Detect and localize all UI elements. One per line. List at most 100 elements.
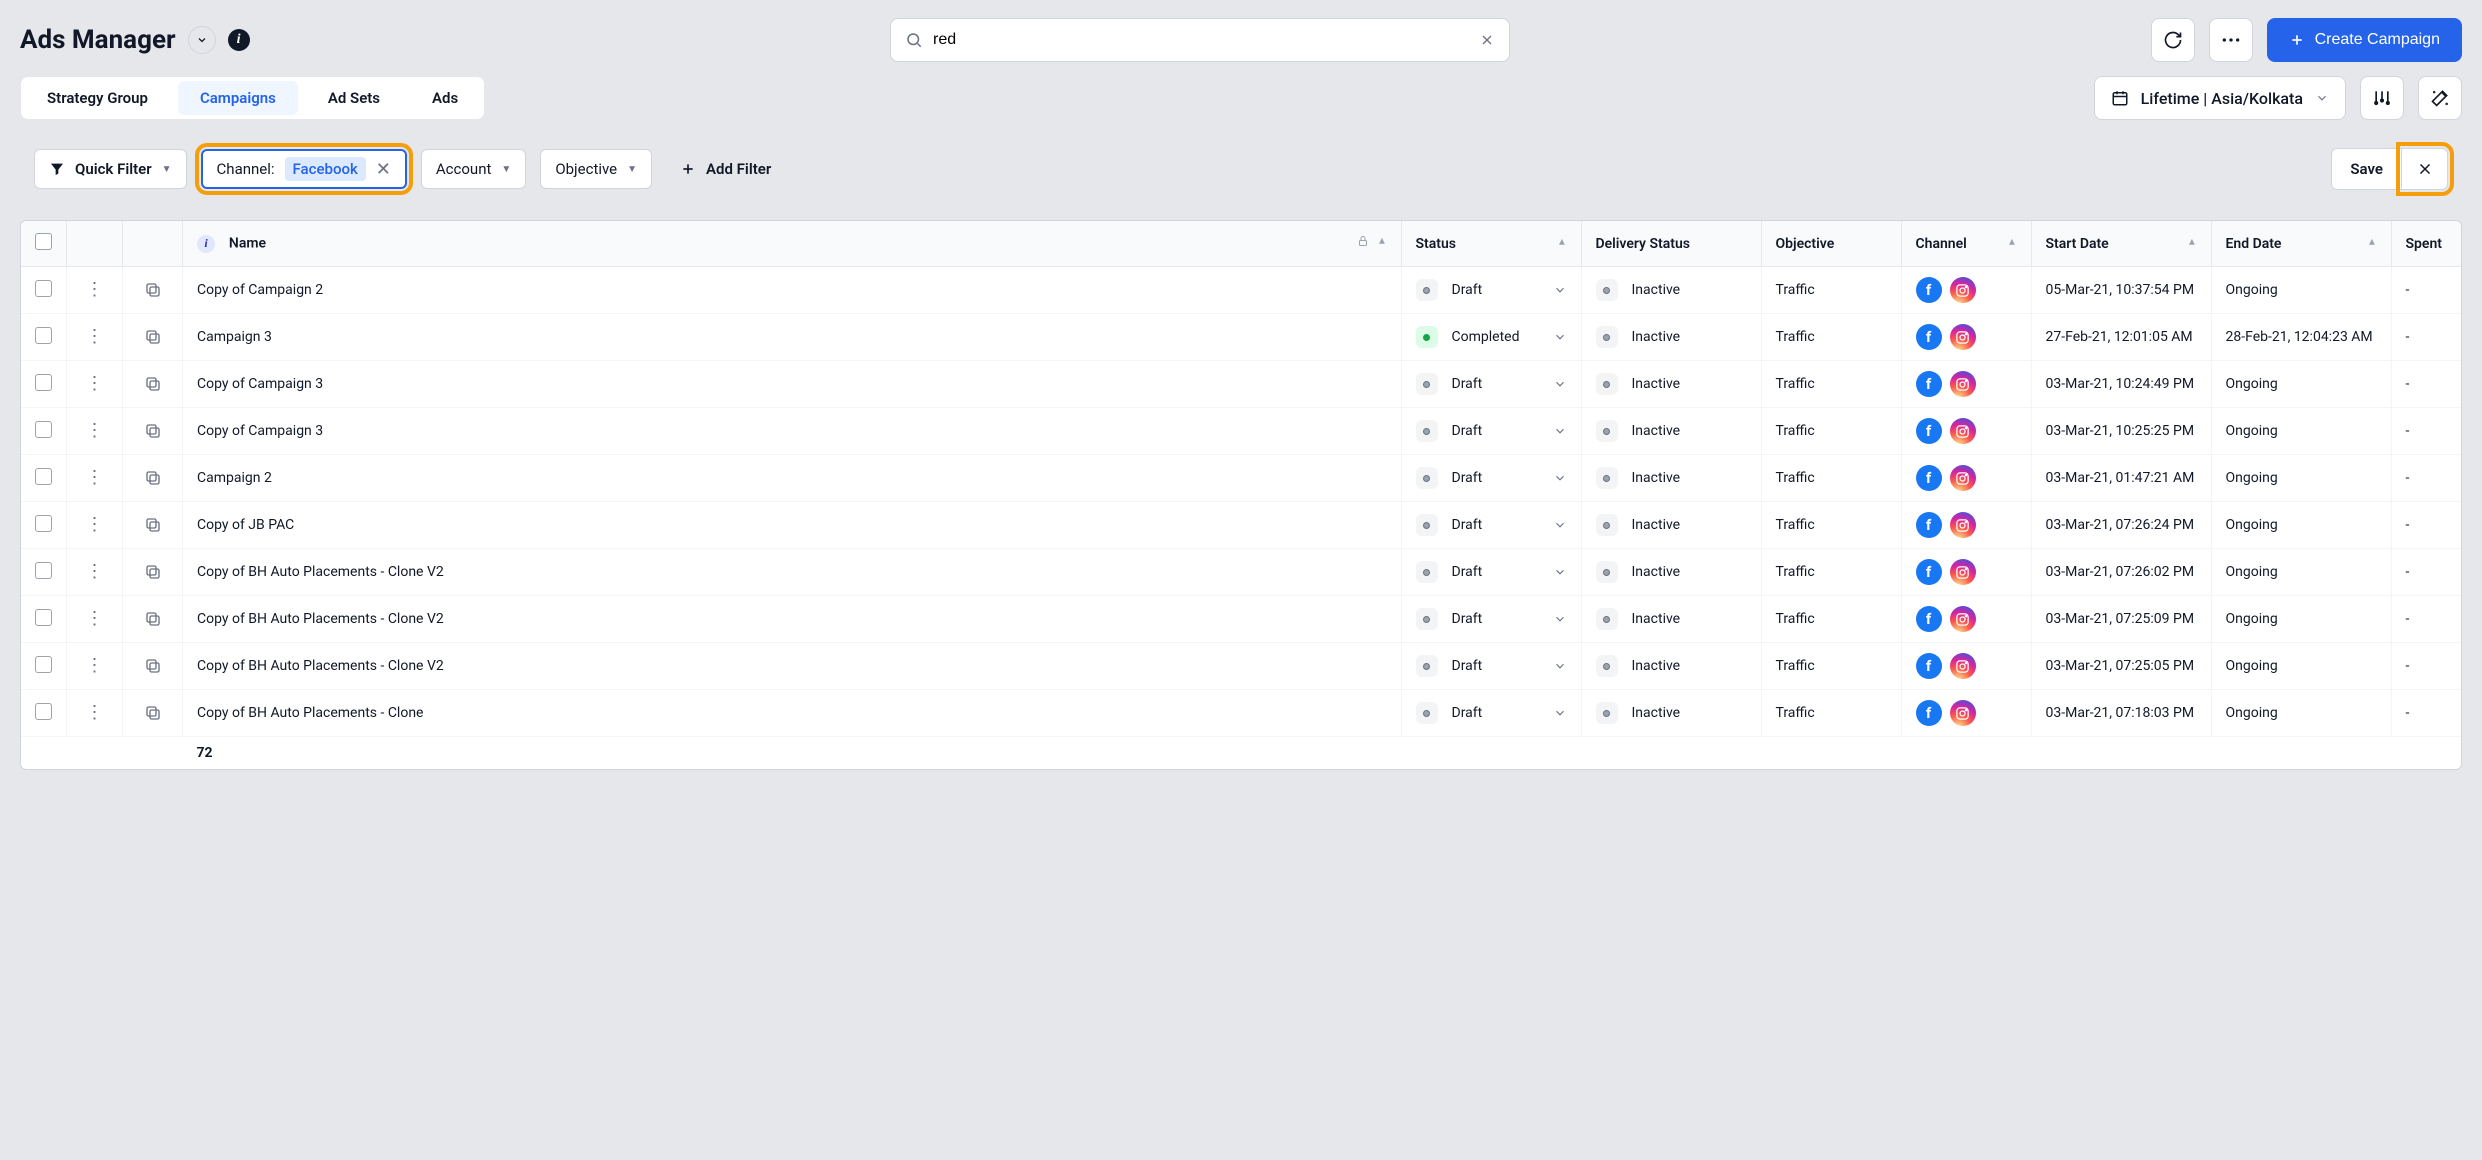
row-menu-button[interactable]: ⋮ [81,281,108,299]
status-dropdown-icon[interactable] [1553,471,1567,485]
tab-ad-sets[interactable]: Ad Sets [302,77,406,119]
search-input-wrap[interactable] [890,18,1510,62]
campaign-name[interactable]: Copy of BH Auto Placements - Clone V2 [197,611,1387,627]
campaign-name[interactable]: Campaign 3 [197,329,1387,345]
campaign-name[interactable]: Copy of Campaign 3 [197,423,1387,439]
objective-value: Traffic [1776,329,1815,345]
account-filter-chip[interactable]: Account ▼ [421,149,526,189]
table-row[interactable]: ⋮ Copy of Campaign 2 Draft Inactive Traf… [21,267,2461,314]
row-checkbox[interactable] [35,515,52,532]
status-dropdown-icon[interactable] [1553,706,1567,720]
row-menu-button[interactable]: ⋮ [81,375,108,393]
row-checkbox[interactable] [35,421,52,438]
add-filter-button[interactable]: Add Filter [666,149,785,189]
facebook-icon: f [1916,277,1942,303]
channel-filter-remove-icon[interactable]: ✕ [376,159,391,180]
row-checkbox[interactable] [35,468,52,485]
table-row[interactable]: ⋮ Copy of BH Auto Placements - Clone Dra… [21,690,2461,737]
column-menu-icon[interactable]: ▼ [2367,236,2377,247]
status-dropdown-icon[interactable] [1553,330,1567,344]
tab-ads[interactable]: Ads [406,77,484,119]
status-dropdown-icon[interactable] [1553,283,1567,297]
row-menu-button[interactable]: ⋮ [81,657,108,675]
row-menu-button[interactable]: ⋮ [81,422,108,440]
delivery-indicator-icon [1596,467,1618,489]
tab-strategy-group[interactable]: Strategy Group [21,77,174,119]
duplicate-icon[interactable] [137,657,168,675]
create-campaign-button[interactable]: Create Campaign [2267,18,2462,62]
search-clear-icon[interactable] [1479,32,1495,48]
row-menu-button[interactable]: ⋮ [81,516,108,534]
row-menu-button[interactable]: ⋮ [81,469,108,487]
row-checkbox[interactable] [35,562,52,579]
row-menu-button[interactable]: ⋮ [81,328,108,346]
duplicate-icon[interactable] [137,610,168,628]
campaign-name[interactable]: Campaign 2 [197,470,1387,486]
campaign-name[interactable]: Copy of BH Auto Placements - Clone V2 [197,564,1387,580]
duplicate-icon[interactable] [137,469,168,487]
duplicate-icon[interactable] [137,328,168,346]
duplicate-icon[interactable] [137,516,168,534]
row-checkbox[interactable] [35,327,52,344]
header-delivery: Delivery Status [1596,236,1690,252]
row-menu-button[interactable]: ⋮ [81,563,108,581]
table-row[interactable]: ⋮ Campaign 3 Completed Inactive Traffic [21,314,2461,361]
more-button[interactable] [2209,18,2253,62]
duplicate-icon[interactable] [137,375,168,393]
duplicate-icon[interactable] [137,563,168,581]
refresh-button[interactable] [2151,18,2195,62]
table-row[interactable]: ⋮ Copy of Campaign 3 Draft Inactive Traf… [21,408,2461,455]
status-dropdown-icon[interactable] [1553,377,1567,391]
table-row[interactable]: ⋮ Campaign 2 Draft Inactive Traffic [21,455,2461,502]
row-menu-button[interactable]: ⋮ [81,610,108,628]
row-checkbox[interactable] [35,703,52,720]
facebook-icon: f [1916,324,1942,350]
status-indicator-icon [1416,561,1438,583]
campaign-name[interactable]: Copy of Campaign 3 [197,376,1387,392]
table-row[interactable]: ⋮ Copy of BH Auto Placements - Clone V2 … [21,549,2461,596]
info-icon[interactable]: i [228,29,250,51]
campaign-name[interactable]: Copy of JB PAC [197,517,1387,533]
table-row[interactable]: ⋮ Copy of JB PAC Draft Inactive Traffic [21,502,2461,549]
status-dropdown-icon[interactable] [1553,565,1567,579]
row-checkbox[interactable] [35,609,52,626]
delivery-indicator-icon [1596,420,1618,442]
channel-filter-chip[interactable]: Channel: Facebook ✕ [201,149,407,189]
duplicate-icon[interactable] [137,281,168,299]
tab-campaigns[interactable]: Campaigns [178,81,298,115]
table-row[interactable]: ⋮ Copy of Campaign 3 Draft Inactive Traf… [21,361,2461,408]
select-all-checkbox[interactable] [35,233,52,250]
column-menu-icon[interactable]: ▼ [1557,236,1567,247]
duplicate-icon[interactable] [137,422,168,440]
row-menu-button[interactable]: ⋮ [81,704,108,722]
end-date-value: Ongoing [2226,658,2278,674]
column-menu-icon[interactable]: ▼ [2187,236,2197,247]
duplicate-icon[interactable] [137,704,168,722]
status-dropdown-icon[interactable] [1553,424,1567,438]
campaign-name[interactable]: Copy of BH Auto Placements - Clone [197,705,1387,721]
column-menu-icon[interactable]: ▼ [1377,235,1387,246]
status-dropdown-icon[interactable] [1553,518,1567,532]
title-dropdown[interactable] [188,26,216,54]
campaign-name[interactable]: Copy of BH Auto Placements - Clone V2 [197,658,1387,674]
table-row[interactable]: ⋮ Copy of BH Auto Placements - Clone V2 … [21,643,2461,690]
campaign-name[interactable]: Copy of Campaign 2 [197,282,1387,298]
objective-filter-chip[interactable]: Objective ▼ [540,149,652,189]
row-checkbox[interactable] [35,374,52,391]
row-checkbox[interactable] [35,280,52,297]
date-range-button[interactable]: Lifetime | Asia/Kolkata [2094,76,2346,120]
save-filters-button[interactable]: Save [2331,148,2402,190]
search-input[interactable] [933,31,1469,49]
status-dropdown-icon[interactable] [1553,612,1567,626]
quick-filter-chip[interactable]: Quick Filter ▼ [34,149,187,189]
objective-value: Traffic [1776,611,1815,627]
status-dropdown-icon[interactable] [1553,659,1567,673]
columns-settings-button[interactable] [2360,76,2404,120]
close-filters-button[interactable] [2402,148,2448,190]
info-icon[interactable]: i [197,235,215,253]
magic-wand-button[interactable] [2418,76,2462,120]
search-icon [905,31,923,49]
table-row[interactable]: ⋮ Copy of BH Auto Placements - Clone V2 … [21,596,2461,643]
column-menu-icon[interactable]: ▼ [2007,236,2017,247]
row-checkbox[interactable] [35,656,52,673]
